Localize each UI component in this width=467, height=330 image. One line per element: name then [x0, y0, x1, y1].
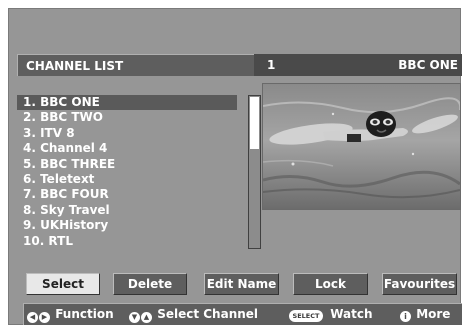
swimmer-preview-image: [263, 84, 460, 209]
help-bar: ◀ ▶ Function ▼ ▲ Select Channel SELECT Wat…: [23, 303, 462, 325]
scrollbar[interactable]: [248, 95, 261, 249]
help-select-channel: ▼ ▲ Select Channel: [129, 307, 258, 323]
channel-item[interactable]: 5. BBC THREE: [17, 157, 237, 172]
channel-item[interactable]: 1. BBC ONE: [17, 95, 237, 110]
help-more-label: More: [416, 307, 451, 321]
channel-item[interactable]: 9. UKHistory: [17, 218, 237, 233]
channel-item[interactable]: 2. BBC TWO: [17, 110, 237, 125]
edit-name-button[interactable]: Edit Name: [204, 273, 279, 295]
help-select-channel-label: Select Channel: [157, 307, 259, 321]
channel-item[interactable]: 7. BBC FOUR: [17, 187, 237, 202]
favourites-button[interactable]: Favourites: [382, 273, 457, 295]
scrollbar-thumb[interactable]: [250, 97, 259, 149]
channel-list: 1. BBC ONE 2. BBC TWO 3. ITV 8 4. Channe…: [17, 81, 261, 249]
channel-item[interactable]: 4. Channel 4: [17, 141, 237, 156]
left-arrow-icon: ◀: [27, 312, 38, 323]
channel-item[interactable]: 3. ITV 8: [17, 126, 237, 141]
tv-screen: CHANNEL LIST 1 BBC ONE 1. BBC ONE 2. BBC…: [8, 8, 462, 325]
channel-name: BBC ONE: [398, 58, 458, 72]
channel-item[interactable]: 8. Sky Travel: [17, 203, 237, 218]
lock-button[interactable]: Lock: [293, 273, 368, 295]
channel-item[interactable]: 10. RTL: [17, 234, 237, 249]
help-watch-label: Watch: [330, 307, 373, 321]
info-icon: i: [400, 311, 411, 322]
channel-preview: [262, 83, 461, 210]
down-arrow-icon: ▼: [129, 312, 140, 323]
select-key-icon: SELECT: [289, 310, 323, 322]
select-button[interactable]: Select: [26, 273, 100, 295]
help-function: ◀ ▶ Function: [27, 307, 114, 323]
help-function-label: Function: [55, 307, 114, 321]
right-arrow-icon: ▶: [39, 312, 50, 323]
help-more: i More: [400, 307, 450, 322]
title-tab: CHANNEL LIST: [17, 54, 254, 76]
header-bar: CHANNEL LIST 1 BBC ONE: [17, 54, 462, 76]
help-watch: SELECT Watch: [289, 307, 373, 322]
delete-button[interactable]: Delete: [113, 273, 187, 295]
channel-number: 1: [267, 58, 276, 72]
up-arrow-icon: ▲: [141, 312, 152, 323]
page-title: CHANNEL LIST: [26, 59, 124, 73]
channel-item[interactable]: 6. Teletext: [17, 172, 237, 187]
